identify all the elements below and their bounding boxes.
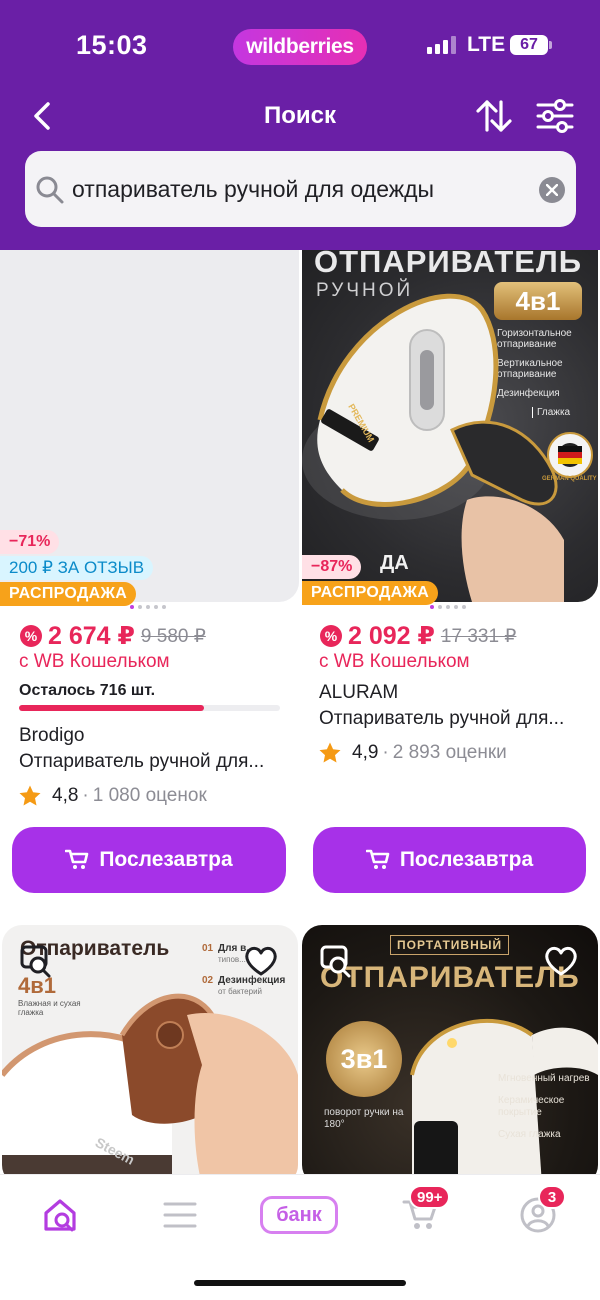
price-row: % 2 674 ₽ 9 580 ₽ <box>20 621 206 651</box>
image-pager-dots <box>430 605 466 609</box>
network-label: LTE <box>467 33 506 56</box>
feature-item: Мгновенный нагрев <box>498 1073 590 1084</box>
sale-badge: РАСПРОДАЖА <box>0 582 137 606</box>
image-search-icon <box>320 945 351 978</box>
delivery-cart-button[interactable]: Послезавтра <box>313 827 586 893</box>
clear-search-button[interactable] <box>539 177 565 203</box>
review-bonus-badge: 200 ₽ ЗА ОТЗЫВ <box>0 556 154 580</box>
close-icon <box>546 184 558 196</box>
price: 2 674 ₽ <box>48 622 135 650</box>
search-input[interactable]: отпариватель ручной для одежды <box>72 176 434 203</box>
favorite-button[interactable] <box>543 943 579 979</box>
discount-badge: −71% <box>0 530 60 554</box>
delivery-button-label: Послезавтра <box>399 848 534 871</box>
sale-badge: РАСПРОДАЖА <box>302 581 439 605</box>
profile-notification-badge: 3 <box>538 1185 566 1209</box>
delivery-button-label: Послезавтра <box>99 848 233 871</box>
home-search-icon <box>44 1199 76 1232</box>
search-icon <box>36 176 64 204</box>
tab-bank[interactable]: банк <box>259 1193 339 1237</box>
status-time: 15:03 <box>76 30 148 60</box>
sort-button[interactable] <box>474 96 514 136</box>
top-header: 15:03 wildberries LTE 67 Поиск отпариват… <box>0 0 600 250</box>
rating-separator: · <box>82 785 89 806</box>
badge-stack: −87% РАСПРОДАЖА <box>302 555 439 605</box>
product-image[interactable]: ОТПАРИВАТЕЛЬ РУЧНОЙ 4в1 Горизонтальное о… <box>302 200 598 602</box>
badge-stack: −71% 200 ₽ ЗА ОТЗЫВ РАСПРОДАЖА <box>0 530 154 606</box>
back-button[interactable] <box>26 96 62 136</box>
sliders-icon <box>536 99 574 133</box>
favorite-button[interactable] <box>243 943 279 979</box>
sort-arrows-icon <box>476 100 512 132</box>
product-card[interactable]: Отпариватель 4в1 Влажная и сухая глажка … <box>0 925 300 1185</box>
cart-icon <box>365 849 390 869</box>
image-search-icon <box>20 945 51 978</box>
feature-item: Керамическое покрытие <box>498 1095 565 1118</box>
find-similar-button[interactable] <box>18 943 54 979</box>
quality-seal: GERMAN QUALITY <box>542 476 597 482</box>
heart-icon <box>545 946 577 976</box>
old-price: 9 580 ₽ <box>140 625 206 647</box>
price-row: % 2 092 ₽ 17 331 ₽ <box>320 621 516 651</box>
image-pager-dots <box>130 605 166 609</box>
product-card[interactable]: −71% 200 ₽ ЗА ОТЗЫВ РАСПРОДАЖА % 2 674 ₽… <box>0 200 300 900</box>
rating-value: 4,9 <box>352 742 379 763</box>
tab-catalog[interactable] <box>150 1193 210 1237</box>
stock-bar-fill <box>19 705 205 711</box>
price: 2 092 ₽ <box>348 622 435 650</box>
battery-icon: 67 <box>510 35 548 55</box>
product-card[interactable]: ПОРТАТИВНЫЙ ОТПАРИВАТЕЛЬ 3в1 поворот руч… <box>300 925 600 1185</box>
wildberries-pill[interactable]: wildberries <box>233 29 367 65</box>
menu-icon <box>163 1202 197 1228</box>
stock-label: Осталось 716 шт. <box>19 682 156 699</box>
percent-icon: % <box>320 625 342 647</box>
feature-item: Сухая глажка <box>498 1129 561 1140</box>
product-name[interactable]: Отпариватель ручной для... <box>19 751 264 773</box>
signal-icon <box>427 36 457 54</box>
rating-separator: · <box>382 742 389 763</box>
cart-icon <box>65 849 89 869</box>
battery-tip <box>549 41 552 49</box>
stock-bar <box>19 705 280 711</box>
cart-count-badge: 99+ <box>409 1185 451 1209</box>
heart-icon <box>245 946 277 976</box>
star-icon <box>319 742 341 763</box>
brand-name: ALURAM <box>319 682 399 703</box>
filter-button[interactable] <box>534 96 576 136</box>
steamer-illustration <box>302 293 593 602</box>
percent-icon: % <box>20 625 42 647</box>
brand-name: Brodigo <box>19 725 85 746</box>
reviews-count: 2 893 оценки <box>392 742 507 763</box>
delivery-cart-button[interactable]: Послезавтра <box>12 827 286 893</box>
discount-badge: −87% <box>302 555 362 579</box>
tab-home[interactable] <box>30 1193 90 1237</box>
wallet-label: с WB Кошельком <box>19 651 170 672</box>
rating-row: 4,9 · 2 893 оценки <box>318 741 507 765</box>
star-icon <box>19 785 41 806</box>
feature-list: Мгновенный нагрев Керамическое покрытие … <box>498 1073 594 1141</box>
find-similar-button[interactable] <box>318 943 354 979</box>
chevron-left-icon <box>34 102 50 130</box>
reviews-count: 1 080 оценок <box>92 785 207 806</box>
rating-row: 4,8 · 1 080 оценок <box>18 784 207 808</box>
wallet-label: с WB Кошельком <box>319 651 470 672</box>
bank-label: банк <box>260 1196 338 1234</box>
product-card[interactable]: ОТПАРИВАТЕЛЬ РУЧНОЙ 4в1 Горизонтальное о… <box>300 200 600 900</box>
status-bar: 15:03 wildberries LTE 67 <box>0 0 600 90</box>
home-indicator <box>194 1280 406 1286</box>
rating-value: 4,8 <box>52 785 79 806</box>
nav-row: Поиск <box>0 90 600 142</box>
product-name[interactable]: Отпариватель ручной для... <box>319 708 564 730</box>
old-price: 17 331 ₽ <box>440 625 517 647</box>
search-field[interactable]: отпариватель ручной для одежды <box>25 151 576 227</box>
